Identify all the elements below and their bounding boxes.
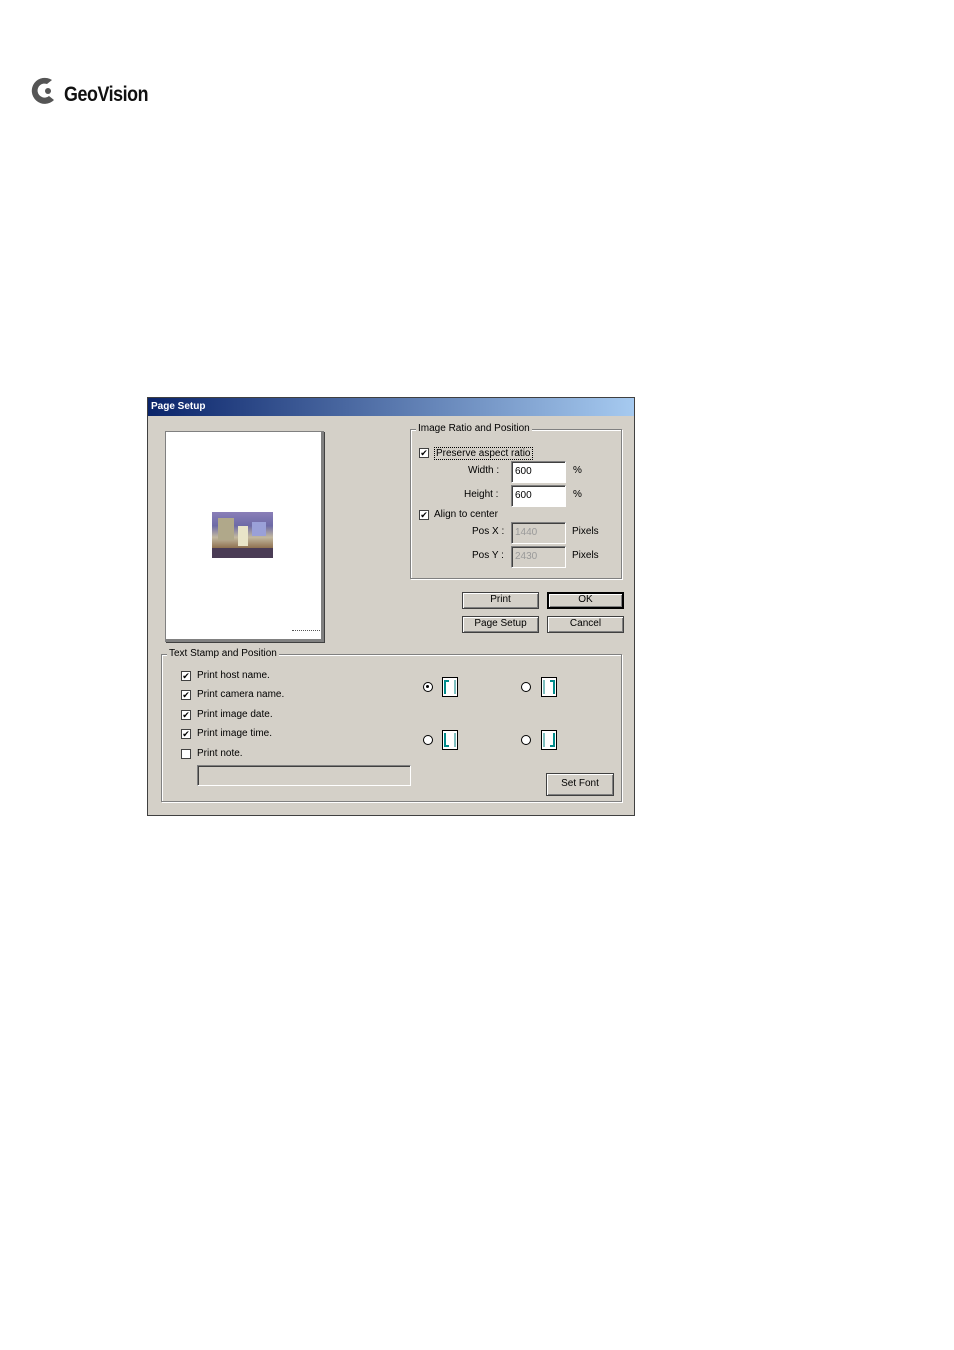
- pos-y-label: Pos Y :: [472, 550, 504, 561]
- print-button[interactable]: Print: [462, 592, 539, 609]
- pos-x-label: Pos X :: [472, 526, 505, 537]
- align-to-center-checkbox[interactable]: ✔: [419, 510, 429, 520]
- ok-button[interactable]: OK: [547, 592, 624, 609]
- preserve-aspect-ratio-label[interactable]: Preserve aspect ratio: [434, 447, 533, 460]
- position-bottom-left-radio[interactable]: [423, 735, 433, 745]
- dialog-title: Page Setup: [151, 401, 206, 412]
- position-top-right-radio[interactable]: [521, 682, 531, 692]
- width-unit: %: [573, 465, 582, 476]
- width-label: Width :: [468, 465, 500, 476]
- print-host-name-checkbox[interactable]: ✔: [181, 671, 191, 681]
- page-setup-dialog: Page Setup Image Ratio and Position ✔ Pr…: [147, 397, 635, 816]
- print-host-name-label[interactable]: Print host name.: [197, 670, 270, 681]
- print-image-date-label[interactable]: Print image date.: [197, 709, 273, 720]
- print-note-checkbox[interactable]: [181, 749, 191, 759]
- page-preview: [165, 431, 324, 642]
- print-image-time-checkbox[interactable]: ✔: [181, 729, 191, 739]
- height-input[interactable]: 600: [511, 485, 566, 507]
- position-top-left-radio[interactable]: [423, 682, 433, 692]
- geovision-logo: GeoVision: [30, 74, 180, 110]
- pos-x-unit: Pixels: [572, 526, 599, 537]
- height-label: Height :: [464, 489, 499, 500]
- height-unit: %: [573, 489, 582, 500]
- print-camera-name-label[interactable]: Print camera name.: [197, 689, 284, 700]
- bottom-right-position-icon: [541, 730, 557, 750]
- print-camera-name-checkbox[interactable]: ✔: [181, 690, 191, 700]
- cancel-button[interactable]: Cancel: [547, 616, 624, 633]
- page-setup-button[interactable]: Page Setup: [462, 616, 539, 633]
- align-to-center-label[interactable]: Align to center: [434, 509, 498, 520]
- set-font-button[interactable]: Set Font: [546, 773, 614, 796]
- preserve-aspect-ratio-checkbox[interactable]: ✔: [419, 448, 429, 458]
- text-stamp-group: Text Stamp and Position ✔ Print host nam…: [161, 648, 622, 802]
- preview-stamp-mark: [292, 630, 320, 633]
- print-note-label[interactable]: Print note.: [197, 748, 243, 759]
- note-input[interactable]: [197, 765, 411, 786]
- logo-text: GeoVision: [64, 83, 149, 106]
- pos-y-unit: Pixels: [572, 550, 599, 561]
- print-image-date-checkbox[interactable]: ✔: [181, 710, 191, 720]
- text-stamp-group-label: Text Stamp and Position: [167, 648, 279, 659]
- geovision-logo-icon: [31, 77, 54, 104]
- image-ratio-group: Image Ratio and Position ✔ Preserve aspe…: [410, 423, 622, 579]
- position-bottom-right-radio[interactable]: [521, 735, 531, 745]
- width-input[interactable]: 600: [511, 461, 566, 483]
- preview-image-thumbnail: [212, 512, 273, 558]
- image-ratio-group-label: Image Ratio and Position: [416, 423, 532, 434]
- top-right-position-icon: [541, 677, 557, 697]
- bottom-left-position-icon: [442, 730, 458, 750]
- top-left-position-icon: [442, 677, 458, 697]
- pos-x-input[interactable]: 1440: [511, 522, 566, 544]
- pos-y-input[interactable]: 2430: [511, 546, 566, 568]
- print-image-time-label[interactable]: Print image time.: [197, 728, 272, 739]
- title-bar[interactable]: Page Setup: [148, 398, 634, 416]
